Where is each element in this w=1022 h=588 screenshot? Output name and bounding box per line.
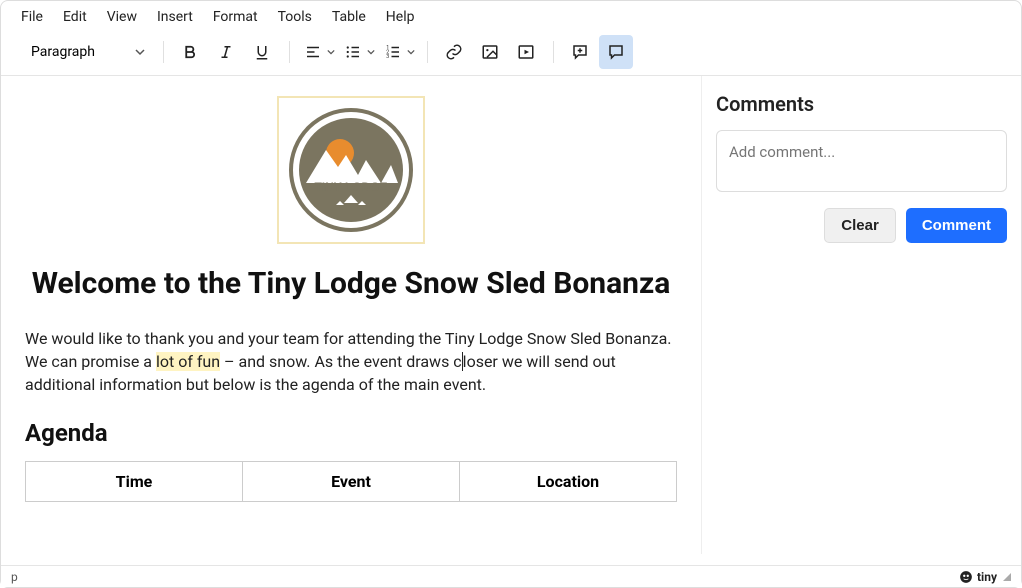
bold-button[interactable] (173, 35, 207, 69)
add-comment-icon (571, 43, 589, 61)
menu-format[interactable]: Format (213, 9, 258, 25)
document-paragraph[interactable]: We would like to thank you and your team… (25, 327, 677, 397)
align-left-icon (304, 43, 322, 61)
block-format-select[interactable]: Paragraph (23, 40, 153, 64)
menu-tools[interactable]: Tools (278, 9, 312, 25)
comment-button[interactable]: Comment (906, 208, 1007, 243)
menu-file[interactable]: File (21, 9, 43, 25)
show-comments-button[interactable] (599, 35, 633, 69)
numbered-list-button[interactable]: 123 (379, 35, 417, 69)
bullet-list-button[interactable] (339, 35, 377, 69)
add-comment-button[interactable] (563, 35, 597, 69)
media-button[interactable] (509, 35, 543, 69)
link-button[interactable] (437, 35, 471, 69)
chevron-down-icon (135, 47, 145, 57)
content-area: TINY LODGE Welcome to the Tiny Lodge Sno… (1, 76, 1021, 554)
resize-handle[interactable] (1003, 573, 1011, 581)
document-title[interactable]: Welcome to the Tiny Lodge Snow Sled Bona… (25, 264, 677, 303)
bold-icon (181, 43, 199, 61)
comments-title: Comments (716, 92, 1007, 116)
document-logo[interactable]: TINY LODGE (277, 96, 425, 244)
table-header-time[interactable]: Time (26, 461, 243, 501)
menu-edit[interactable]: Edit (63, 9, 87, 25)
underline-icon (253, 43, 271, 61)
tiny-logo-icon (959, 570, 973, 584)
tiny-branding-text: tiny (977, 570, 997, 584)
para-text: – and snow. As the event draws c (220, 352, 462, 371)
highlighted-text: lot of fun (156, 352, 220, 371)
menu-help[interactable]: Help (386, 9, 415, 25)
agenda-heading[interactable]: Agenda (25, 419, 677, 447)
table-row[interactable]: Time Event Location (26, 461, 677, 501)
tiny-lodge-logo-icon: TINY LODGE (286, 105, 416, 235)
chevron-down-icon (367, 48, 375, 56)
underline-button[interactable] (245, 35, 279, 69)
link-icon (445, 43, 463, 61)
comment-icon (607, 43, 625, 61)
svg-text:3: 3 (386, 54, 389, 60)
comment-input[interactable] (716, 130, 1007, 192)
toolbar: Paragraph 123 (1, 31, 1021, 76)
element-path[interactable]: p (11, 570, 18, 584)
numbered-list-icon: 123 (384, 43, 402, 61)
image-icon (481, 43, 499, 61)
bullet-list-icon (344, 43, 362, 61)
menu-insert[interactable]: Insert (157, 9, 193, 25)
statusbar: p tiny (1, 565, 1021, 587)
align-button[interactable] (299, 35, 337, 69)
block-format-label: Paragraph (31, 44, 95, 60)
tiny-branding[interactable]: tiny (959, 570, 997, 584)
menu-table[interactable]: Table (332, 9, 366, 25)
chevron-down-icon (407, 48, 415, 56)
chevron-down-icon (327, 48, 335, 56)
italic-button[interactable] (209, 35, 243, 69)
comments-sidebar: Comments Clear Comment (701, 76, 1021, 554)
menu-view[interactable]: View (107, 9, 137, 25)
table-header-location[interactable]: Location (460, 461, 677, 501)
play-icon (517, 43, 535, 61)
comment-actions: Clear Comment (716, 208, 1007, 243)
editor[interactable]: TINY LODGE Welcome to the Tiny Lodge Sno… (1, 76, 701, 554)
agenda-table[interactable]: Time Event Location (25, 461, 677, 502)
svg-text:TINY LODGE: TINY LODGE (314, 180, 387, 194)
clear-button[interactable]: Clear (824, 208, 896, 243)
image-button[interactable] (473, 35, 507, 69)
table-header-event[interactable]: Event (243, 461, 460, 501)
menubar: File Edit View Insert Format Tools Table… (1, 1, 1021, 31)
italic-icon (217, 43, 235, 61)
